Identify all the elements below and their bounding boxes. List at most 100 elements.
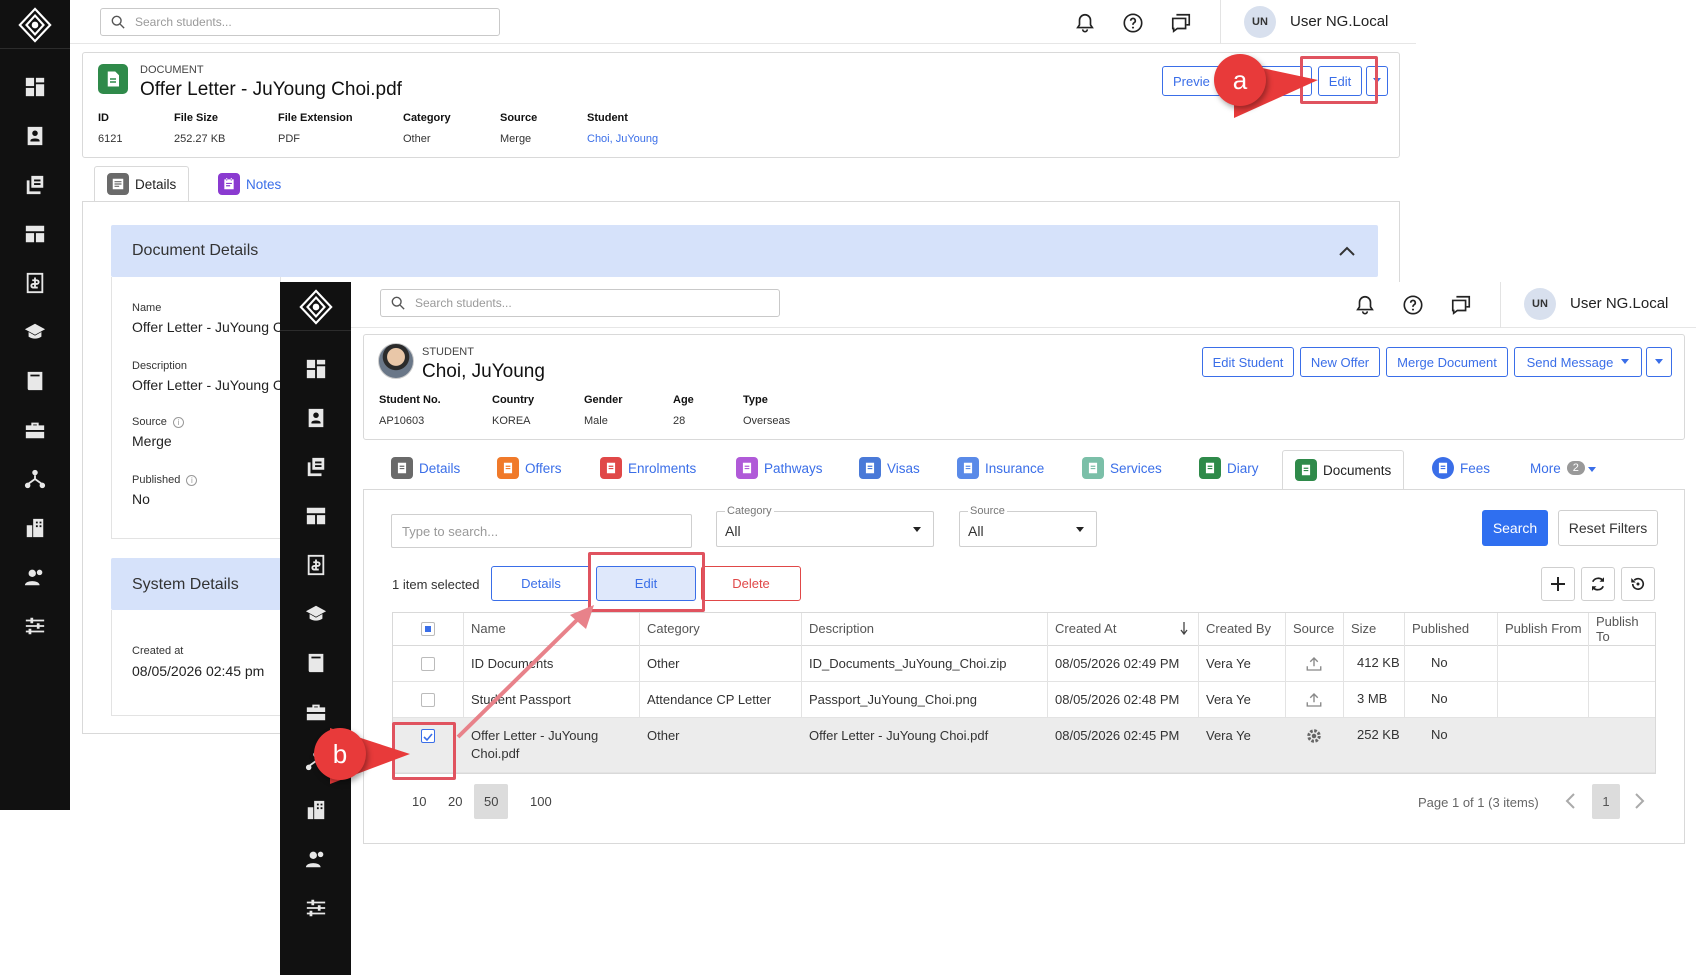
field-value: Merge — [500, 133, 532, 145]
bg-search-input[interactable]: Search students... — [100, 8, 500, 36]
fg-search-input[interactable]: Search students... — [380, 289, 780, 317]
field-value[interactable]: Choi, JuYoung — [587, 133, 658, 145]
document-file-icon — [98, 64, 128, 94]
fg-user-avatar[interactable]: UN — [1524, 288, 1556, 320]
app-logo-icon[interactable] — [16, 6, 54, 44]
users-icon[interactable] — [304, 847, 328, 871]
info-icon[interactable]: i — [186, 474, 198, 486]
buildings-icon[interactable] — [23, 516, 47, 540]
network-icon[interactable] — [23, 467, 47, 491]
app-logo-icon[interactable] — [297, 288, 335, 326]
prev-page-icon[interactable] — [1564, 792, 1576, 815]
fg-user-name[interactable]: User NG.Local — [1570, 295, 1668, 312]
column-header[interactable]: Created At — [1055, 613, 1116, 644]
new-offer-button[interactable]: New Offer — [1300, 347, 1380, 377]
page-size-option[interactable]: 20 — [438, 784, 472, 819]
column-header[interactable]: Size — [1351, 613, 1376, 644]
applications-icon[interactable] — [304, 455, 328, 479]
merge-document-button[interactable]: Merge Document — [1386, 347, 1508, 377]
column-header[interactable]: Publish From — [1505, 613, 1582, 644]
next-page-icon[interactable] — [1634, 792, 1646, 815]
bg-help-icon[interactable] — [1122, 12, 1144, 34]
info-icon[interactable]: i — [172, 416, 184, 428]
refresh-button[interactable] — [1581, 567, 1615, 601]
tab-offers[interactable]: Offers — [497, 450, 562, 486]
reset-layout-button[interactable] — [1621, 567, 1655, 601]
cell-description[interactable]: ID_Documents_JuYoung_Choi.zip — [809, 655, 1041, 673]
layout-icon[interactable] — [304, 504, 328, 528]
invoice-icon[interactable] — [304, 553, 328, 577]
cell-description[interactable]: Passport_JuYoung_Choi.png — [809, 691, 1041, 709]
tab-more[interactable]: More 2 — [1530, 450, 1596, 486]
bg-bell-icon[interactable] — [1074, 12, 1096, 34]
tab-pathways[interactable]: Pathways — [736, 450, 823, 486]
cell-category[interactable]: Other — [647, 655, 795, 673]
select-all-checkbox[interactable] — [421, 622, 435, 636]
courses-icon[interactable] — [304, 602, 328, 626]
contacts-icon[interactable] — [23, 124, 47, 148]
fg-help-icon[interactable] — [1402, 294, 1424, 316]
document-search-input[interactable]: Type to search... — [391, 514, 692, 548]
page-info: Page 1 of 1 (3 items) — [1418, 795, 1539, 810]
details-action-button[interactable]: Details — [491, 566, 591, 601]
invoice-icon[interactable] — [23, 271, 47, 295]
book-icon[interactable] — [304, 651, 328, 675]
tab-services[interactable]: Services — [1082, 450, 1162, 486]
document-details-section-header[interactable] — [111, 225, 1378, 277]
bg-tab-details[interactable]: Details — [94, 166, 190, 202]
page-size-option[interactable]: 50 — [474, 784, 509, 819]
column-header[interactable]: Description — [809, 613, 874, 644]
cell-created-at: 08/05/2026 02:45 PM — [1055, 728, 1180, 743]
dashboard-icon[interactable] — [304, 357, 328, 381]
bg-messages-icon[interactable] — [1170, 12, 1192, 34]
contacts-icon[interactable] — [304, 406, 328, 430]
row-checkbox[interactable] — [421, 657, 435, 671]
collapse-chevron-icon[interactable] — [1338, 244, 1356, 262]
edit-student-button[interactable]: Edit Student — [1202, 347, 1294, 377]
courses-icon[interactable] — [23, 320, 47, 344]
tab-insurance[interactable]: Insurance — [957, 450, 1044, 486]
row-checkbox[interactable] — [421, 693, 435, 707]
tab-fees[interactable]: Fees — [1432, 450, 1490, 486]
settings-sliders-icon[interactable] — [304, 896, 328, 920]
cell-description[interactable]: Offer Letter - JuYoung Choi.pdf — [809, 727, 1041, 745]
bg-user-avatar[interactable]: UN — [1244, 6, 1276, 38]
tab-details[interactable]: Details — [391, 450, 460, 486]
delete-action-button[interactable]: Delete — [701, 566, 801, 601]
column-header[interactable]: Category — [647, 613, 700, 644]
sort-arrow-icon[interactable] — [1180, 621, 1188, 640]
bg-tab-notes[interactable]: Notes — [218, 166, 281, 202]
column-header[interactable]: Source — [1293, 613, 1334, 644]
tab-documents[interactable]: Documents — [1282, 450, 1405, 490]
cell-category[interactable]: Attendance CP Letter — [647, 691, 795, 709]
bg-user-name[interactable]: User NG.Local — [1290, 13, 1388, 30]
category-filter-select[interactable]: Category All — [716, 505, 934, 547]
tab-visas[interactable]: Visas — [859, 450, 920, 486]
add-document-button[interactable] — [1541, 567, 1575, 601]
send-message-button[interactable]: Send Message — [1514, 347, 1642, 377]
layout-icon[interactable] — [23, 222, 47, 246]
briefcase-icon[interactable] — [304, 700, 328, 724]
page-size-option[interactable]: 100 — [520, 784, 562, 819]
cell-category[interactable]: Other — [647, 727, 795, 745]
book-icon[interactable] — [23, 369, 47, 393]
student-more-dropdown[interactable] — [1646, 347, 1672, 377]
fg-messages-icon[interactable] — [1450, 294, 1472, 316]
buildings-icon[interactable] — [304, 798, 328, 822]
column-header[interactable]: Created By — [1206, 613, 1271, 644]
dashboard-icon[interactable] — [23, 75, 47, 99]
page-size-option[interactable]: 10 — [402, 784, 436, 819]
applications-icon[interactable] — [23, 173, 47, 197]
search-button[interactable]: Search — [1482, 510, 1548, 546]
tab-enrolments[interactable]: Enrolments — [600, 450, 696, 486]
tab-diary[interactable]: Diary — [1199, 450, 1259, 486]
users-icon[interactable] — [23, 565, 47, 589]
settings-sliders-icon[interactable] — [23, 614, 47, 638]
column-header[interactable]: Published — [1412, 613, 1469, 644]
briefcase-icon[interactable] — [23, 418, 47, 442]
column-header[interactable]: Publish To — [1596, 613, 1655, 644]
reset-filters-button[interactable]: Reset Filters — [1558, 510, 1658, 546]
fg-bell-icon[interactable] — [1354, 294, 1376, 316]
current-page-button[interactable]: 1 — [1592, 784, 1620, 819]
source-filter-select[interactable]: Source All — [959, 505, 1097, 547]
